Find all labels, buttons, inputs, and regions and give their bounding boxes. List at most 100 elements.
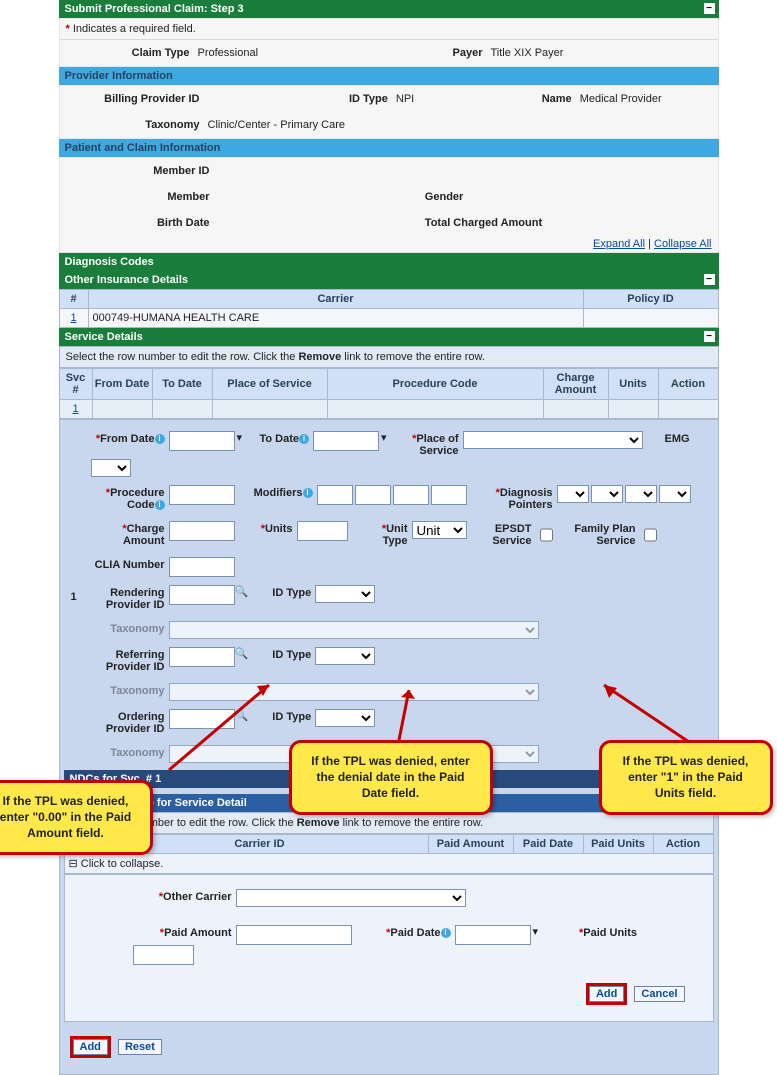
other-carrier-select[interactable] (236, 889, 466, 907)
col-policy: Policy ID (583, 290, 718, 309)
gender-label: Gender (421, 189, 468, 205)
collapse-icon[interactable]: − (704, 274, 715, 285)
calendar-icon[interactable]: ▾ (533, 925, 539, 945)
info-icon[interactable]: i (155, 434, 165, 444)
id-type-value: NPI (392, 91, 418, 107)
member-label: Member (66, 189, 214, 205)
charge-label: Charge Amount (123, 523, 165, 547)
diag3-select[interactable] (625, 485, 657, 503)
service-table: Svc # From Date To Date Place of Service… (59, 368, 719, 419)
ois-table: # Carrier ID Paid Amount Paid Date Paid … (64, 834, 714, 874)
info-icon[interactable]: i (441, 928, 451, 938)
service-title: Service Details (65, 331, 143, 343)
info-icon[interactable]: i (303, 488, 313, 498)
emg-select[interactable] (91, 459, 131, 477)
service-header: Service Details − (59, 328, 719, 346)
name-label: Name (518, 91, 576, 107)
step-title: Submit Professional Claim: Step 3 (65, 3, 244, 15)
member-id-label: Member ID (66, 163, 214, 179)
family-label: Family Plan Service (562, 521, 640, 549)
other-carrier-label: Other Carrier (163, 891, 231, 903)
place-label: Place of Service (416, 433, 458, 457)
other-ins-title: Other Insurance Details (65, 274, 189, 286)
unit-type-label: Unit Type (383, 523, 408, 547)
paid-units-label: Paid Units (583, 927, 637, 939)
step-header: Submit Professional Claim: Step 3 − (59, 0, 719, 18)
units-label: Units (265, 523, 293, 535)
charge-input[interactable] (169, 521, 235, 541)
calendar-icon[interactable]: ▾ (237, 431, 243, 459)
ois-add-button[interactable]: Add (589, 986, 624, 1002)
referring-idtype-select[interactable] (315, 647, 375, 665)
payer-value: Title XIX Payer (487, 45, 568, 61)
expand-all-link[interactable]: Expand All (593, 238, 645, 250)
mod2-input[interactable] (355, 485, 391, 505)
col-num: # (59, 290, 88, 309)
search-icon[interactable]: 🔍 (235, 585, 249, 613)
diag4-select[interactable] (659, 485, 691, 503)
modifiers-label: Modifiers (254, 487, 303, 499)
collapse-hint: Click to collapse. (81, 858, 164, 870)
arrow-paid-date (369, 685, 439, 745)
svc-row-link[interactable]: 1 (72, 403, 78, 415)
epsdt-checkbox[interactable] (540, 524, 553, 546)
billing-id-label: Billing Provider ID (66, 91, 204, 107)
arrow-paid-amount (159, 680, 279, 780)
add-button[interactable]: Add (73, 1039, 108, 1055)
clia-input[interactable] (169, 557, 235, 577)
required-note: Indicates a required field. (73, 23, 196, 35)
info-icon[interactable]: i (299, 434, 309, 444)
mod1-input[interactable] (317, 485, 353, 505)
unit-type-select[interactable]: Unit (412, 521, 467, 539)
paid-date-label: Paid Date (390, 927, 440, 939)
taxonomy-label4: Taxonomy (91, 745, 169, 763)
to-date-label: To Date (260, 433, 300, 445)
service-instruction: Select the row number to edit the row. C… (66, 351, 485, 363)
other-ins-table: # Carrier Policy ID 1 000749-HUMANA HEAL… (59, 289, 719, 328)
from-date-input[interactable] (169, 431, 235, 451)
name-value: Medical Provider (576, 91, 666, 107)
diag-ptr-label: Diagnosis Pointers (500, 487, 553, 511)
search-icon[interactable]: 🔍 (235, 647, 249, 675)
referring-input[interactable] (169, 647, 235, 667)
paid-amount-input[interactable] (236, 925, 352, 945)
ordering-idtype-select[interactable] (315, 709, 375, 727)
to-date-input[interactable] (313, 431, 379, 451)
callout-paid-date: If the TPL was denied, enter the denial … (289, 740, 493, 815)
place-select[interactable] (463, 431, 643, 449)
other-ins-row-link[interactable]: 1 (70, 312, 76, 324)
from-date-label: From Date (100, 433, 154, 445)
taxonomy-value: Clinic/Center - Primary Care (204, 117, 350, 133)
total-charged-label: Total Charged Amount (421, 215, 546, 231)
taxonomy-label3: Taxonomy (91, 683, 169, 701)
diag2-select[interactable] (591, 485, 623, 503)
epsdt-label: EPSDT Service (473, 521, 536, 549)
units-input[interactable] (297, 521, 348, 541)
collapse-all-link[interactable]: Collapse All (654, 238, 711, 250)
proc-input[interactable] (169, 485, 235, 505)
rendering-idtype-select[interactable] (315, 585, 375, 603)
collapse-icon[interactable]: − (704, 3, 715, 14)
mod3-input[interactable] (393, 485, 429, 505)
collapse-icon[interactable]: − (704, 331, 715, 342)
rendering-label: Rendering Provider ID (91, 585, 169, 613)
diag1-select[interactable] (557, 485, 589, 503)
paid-date-input[interactable] (455, 925, 531, 945)
payer-label: Payer (389, 45, 487, 61)
reset-button[interactable]: Reset (118, 1039, 162, 1055)
paid-units-input[interactable] (133, 945, 194, 965)
claim-type-value: Professional (194, 45, 263, 61)
info-icon[interactable]: i (155, 500, 165, 510)
rendering-input[interactable] (169, 585, 235, 605)
ois-cancel-button[interactable]: Cancel (634, 986, 684, 1002)
calendar-icon[interactable]: ▾ (381, 431, 387, 459)
family-checkbox[interactable] (644, 524, 657, 546)
ordering-label: Ordering Provider ID (91, 709, 169, 737)
callout-paid-amount: If the TPL was denied, enter "0.00" in t… (0, 780, 153, 855)
required-asterisk: * (66, 23, 70, 35)
collapse-toggle-icon[interactable]: ⊟ (69, 858, 78, 870)
claim-type-label: Claim Type (66, 45, 194, 61)
referring-label: Referring Provider ID (91, 647, 169, 675)
mod4-input[interactable] (431, 485, 467, 505)
id-type-label: ID Type (324, 91, 392, 107)
